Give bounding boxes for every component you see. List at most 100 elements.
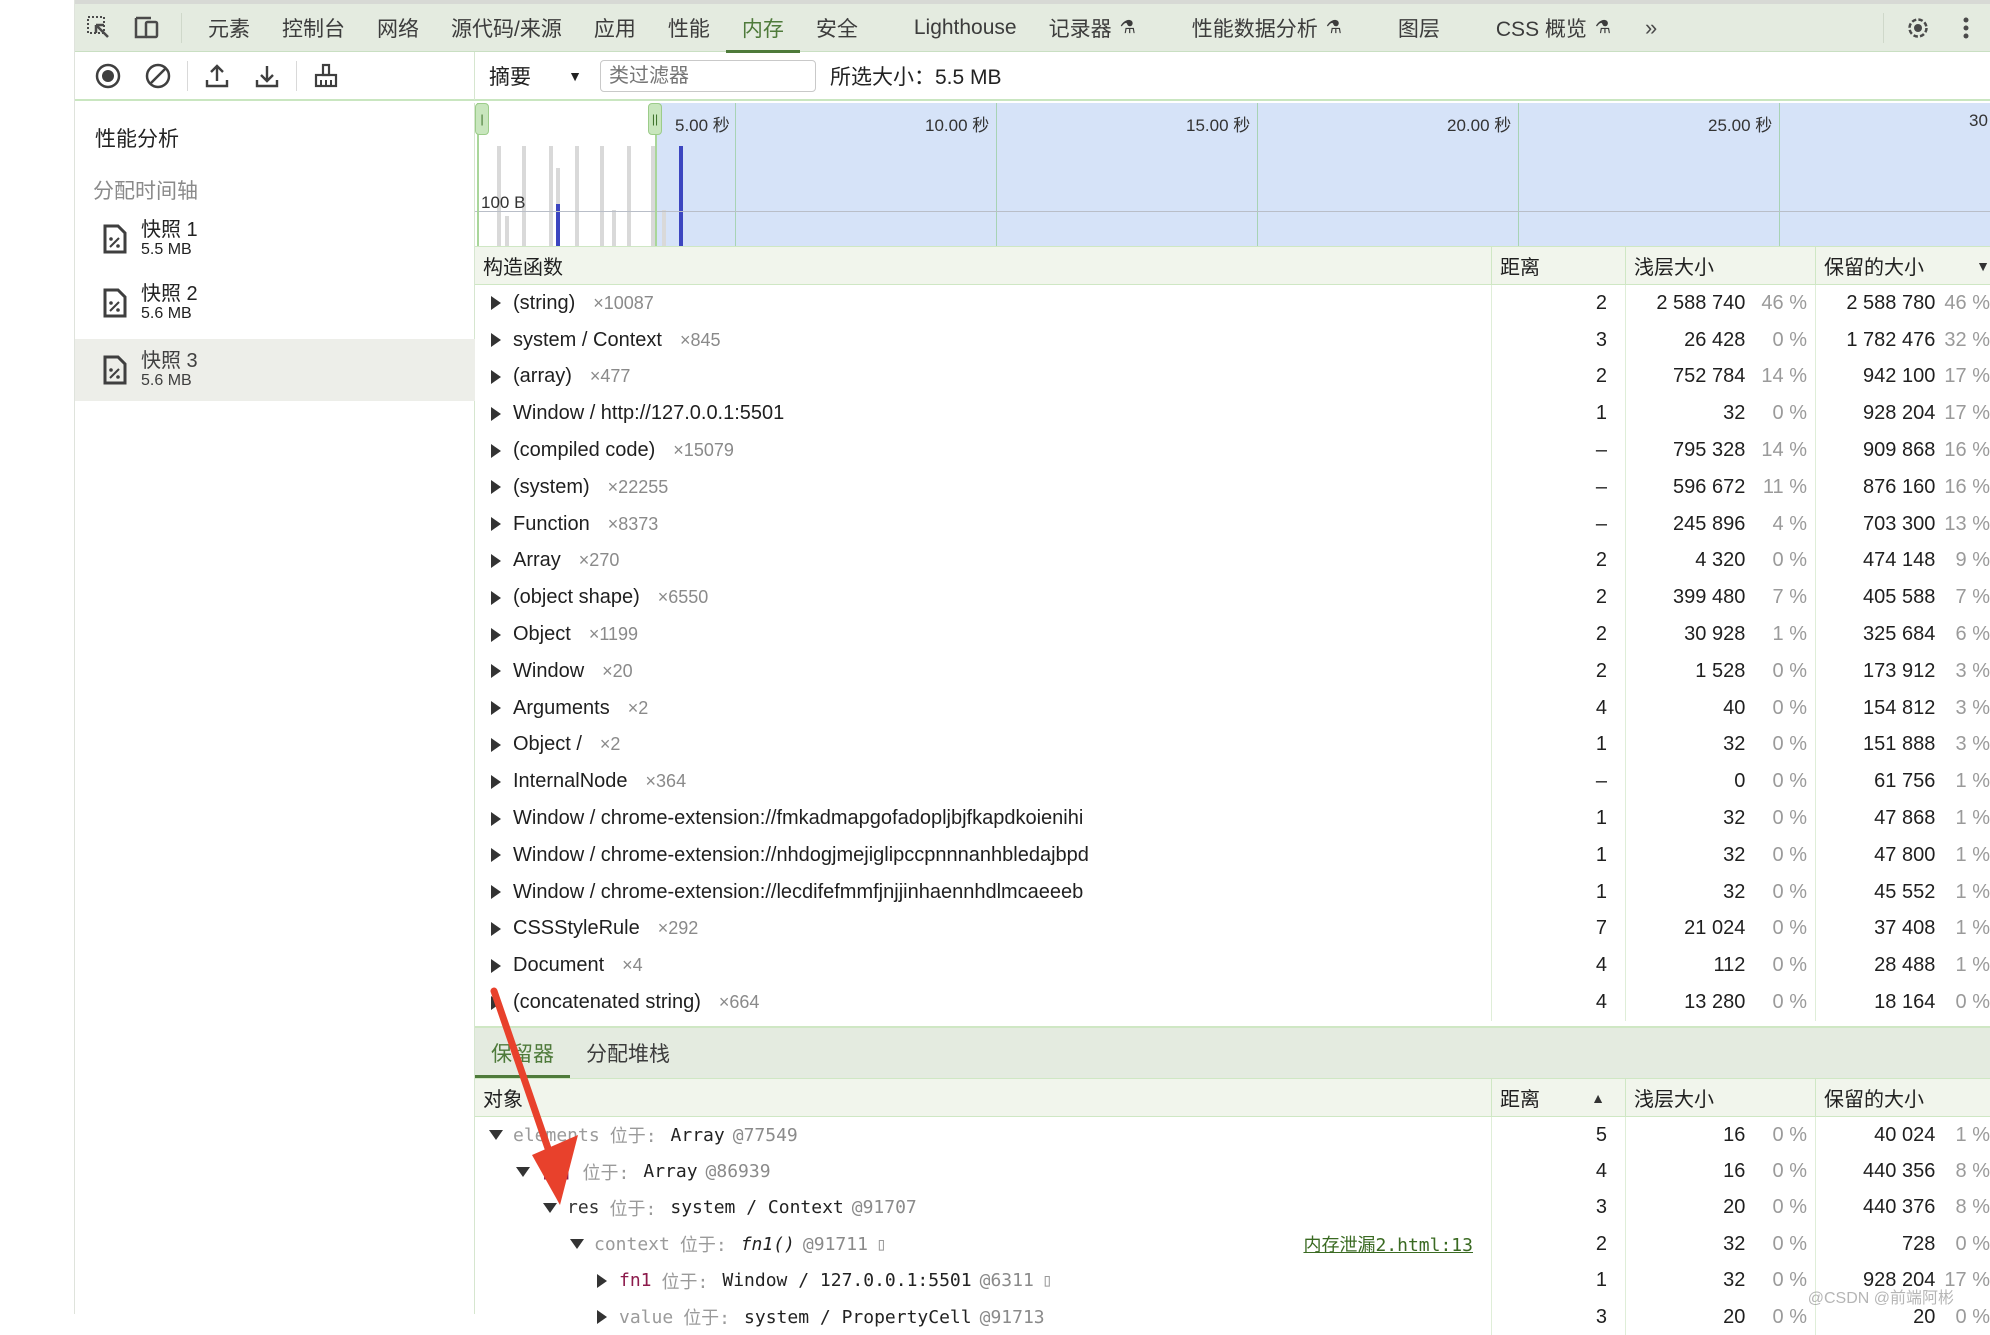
- tab-allocation-stack[interactable]: 分配堆栈: [570, 1028, 686, 1078]
- timeline-right-handle[interactable]: ||: [648, 103, 662, 135]
- retainer-row[interactable]: value位于:system / PropertyCell@917133200 …: [475, 1299, 1990, 1335]
- column-header-shallow-size[interactable]: 浅层大小: [1625, 1079, 1815, 1116]
- collapse-triangle-icon[interactable]: [570, 1239, 584, 1249]
- column-header-constructor[interactable]: 构造函数: [475, 247, 1491, 284]
- collapse-triangle-icon[interactable]: [516, 1167, 530, 1177]
- expand-triangle-icon[interactable]: [597, 1310, 607, 1324]
- column-header-retained-size[interactable]: 保留的大小: [1815, 1079, 1990, 1116]
- table-row[interactable]: (system)×22255–596 67211 %876 16016 %: [475, 469, 1990, 506]
- table-row[interactable]: (string)×1008722 588 74046 %2 588 78046 …: [475, 285, 1990, 322]
- more-tabs-button[interactable]: »: [1627, 4, 1675, 52]
- collapse-triangle-icon[interactable]: [543, 1203, 557, 1213]
- table-row[interactable]: Arguments×24400 %154 8123 %: [475, 690, 1990, 727]
- download-icon[interactable]: [242, 52, 292, 100]
- table-row[interactable]: Window / chrome-extension://nhdogjmejigl…: [475, 837, 1990, 874]
- table-row[interactable]: Object /×21320 %151 8883 %: [475, 727, 1990, 764]
- upload-icon[interactable]: [192, 52, 242, 100]
- expand-triangle-icon[interactable]: [491, 701, 501, 715]
- tab-css-overview[interactable]: CSS 概览⚗: [1456, 4, 1627, 52]
- expand-triangle-icon[interactable]: [491, 296, 501, 310]
- distance-value: 2: [1596, 292, 1607, 315]
- tab-application[interactable]: 应用: [578, 4, 652, 52]
- expand-triangle-icon[interactable]: [491, 996, 501, 1010]
- table-row[interactable]: Array×27024 3200 %474 1489 %: [475, 543, 1990, 580]
- snapshot-item[interactable]: 快照 1 5.5 MB: [75, 208, 475, 270]
- collapse-triangle-icon[interactable]: [489, 1130, 503, 1140]
- reveal-box-icon[interactable]: ▯: [1042, 1270, 1053, 1291]
- tab-layers[interactable]: 图层: [1358, 4, 1456, 52]
- expand-triangle-icon[interactable]: [491, 775, 501, 789]
- expand-triangle-icon[interactable]: [597, 1274, 607, 1288]
- source-link[interactable]: 内存泄漏2.html:13: [1303, 1231, 1473, 1257]
- clear-icon[interactable]: [133, 52, 183, 100]
- expand-triangle-icon[interactable]: [491, 738, 501, 752]
- table-row[interactable]: Document×441120 %28 4881 %: [475, 947, 1990, 984]
- expand-triangle-icon[interactable]: [491, 885, 501, 899]
- view-select[interactable]: 摘要 ▼: [475, 61, 600, 91]
- tab-recorder[interactable]: 记录器⚗: [1033, 4, 1152, 52]
- reveal-box-icon[interactable]: ▯: [876, 1234, 887, 1255]
- table-row[interactable]: (array)×4772752 78414 %942 10017 %: [475, 359, 1990, 396]
- table-row[interactable]: system / Context×845326 4280 %1 782 4763…: [475, 322, 1990, 359]
- expand-triangle-icon[interactable]: [491, 922, 501, 936]
- expand-triangle-icon[interactable]: [491, 517, 501, 531]
- expand-triangle-icon[interactable]: [491, 333, 501, 347]
- table-row[interactable]: (compiled code)×15079–795 32814 %909 868…: [475, 432, 1990, 469]
- column-header-retained-size[interactable]: 保留的大小▼: [1815, 247, 1990, 284]
- retainer-row[interactable]: res位于:system / Context@917073200 %440 37…: [475, 1190, 1990, 1226]
- table-row[interactable]: InternalNode×364–00 %61 7561 %: [475, 763, 1990, 800]
- tab-console[interactable]: 控制台: [266, 4, 361, 52]
- shallow-size-cell: 320 %: [1625, 395, 1815, 432]
- retainer-row[interactable]: fn1位于:Window / 127.0.0.1:5501@6311▯1320 …: [475, 1263, 1990, 1299]
- tab-performance[interactable]: 性能: [652, 4, 726, 52]
- tab-performance-insights[interactable]: 性能数据分析⚗: [1152, 4, 1358, 52]
- expand-triangle-icon[interactable]: [491, 628, 501, 642]
- snapshot-item-selected[interactable]: 快照 3 5.6 MB: [75, 339, 475, 401]
- column-header-object[interactable]: 对象: [475, 1079, 1491, 1116]
- expand-triangle-icon[interactable]: [491, 370, 501, 384]
- tab-memory[interactable]: 内存: [726, 4, 800, 52]
- table-row[interactable]: Object×1199230 9281 %325 6846 %: [475, 616, 1990, 653]
- expand-triangle-icon[interactable]: [491, 591, 501, 605]
- tab-security[interactable]: 安全: [800, 4, 874, 52]
- tab-network[interactable]: 网络: [361, 4, 435, 52]
- device-toolbar-icon[interactable]: [123, 4, 171, 52]
- expand-triangle-icon[interactable]: [491, 480, 501, 494]
- tab-elements[interactable]: 元素: [192, 4, 266, 52]
- class-filter-input[interactable]: [600, 60, 816, 92]
- column-header-distance[interactable]: 距离▲: [1491, 1079, 1625, 1116]
- expand-triangle-icon[interactable]: [491, 554, 501, 568]
- expand-triangle-icon[interactable]: [491, 444, 501, 458]
- retained-size-value: 942 100: [1826, 365, 1935, 388]
- expand-triangle-icon[interactable]: [491, 959, 501, 973]
- column-header-shallow-size[interactable]: 浅层大小: [1625, 247, 1815, 284]
- retainer-row[interactable]: elements位于:Array@775495160 %40 0241 %: [475, 1117, 1990, 1153]
- tab-retainers[interactable]: 保留器: [475, 1028, 570, 1078]
- table-row[interactable]: (object shape)×65502399 4807 %405 5887 %: [475, 579, 1990, 616]
- retained-size-percent: 1 %: [1935, 954, 1990, 977]
- expand-triangle-icon[interactable]: [491, 848, 501, 862]
- table-row[interactable]: Window / chrome-extension://fmkadmapgofa…: [475, 800, 1990, 837]
- inspect-element-icon[interactable]: [75, 4, 123, 52]
- timeline-left-handle[interactable]: |: [475, 103, 489, 135]
- expand-triangle-icon[interactable]: [491, 812, 501, 826]
- table-row[interactable]: Function×8373–245 8964 %703 30013 %: [475, 506, 1990, 543]
- expand-triangle-icon[interactable]: [491, 664, 501, 678]
- table-row[interactable]: (concatenated string)×664413 2800 %18 16…: [475, 984, 1990, 1021]
- tab-lighthouse[interactable]: Lighthouse: [874, 4, 1033, 52]
- table-row[interactable]: Window / chrome-extension://lecdifefmmfj…: [475, 874, 1990, 911]
- record-icon[interactable]: [83, 52, 133, 100]
- retainer-row[interactable]: [1]位于:Array@869394160 %440 3568 %: [475, 1153, 1990, 1189]
- table-row[interactable]: Window×2021 5280 %173 9123 %: [475, 653, 1990, 690]
- table-row[interactable]: Window / http://127.0.0.1:55011320 %928 …: [475, 395, 1990, 432]
- table-row[interactable]: CSSStyleRule×292721 0240 %37 4081 %: [475, 911, 1990, 948]
- settings-gear-icon[interactable]: [1894, 4, 1942, 52]
- expand-triangle-icon[interactable]: [491, 407, 501, 421]
- tab-sources[interactable]: 源代码/来源: [435, 4, 578, 52]
- more-vertical-icon[interactable]: [1942, 4, 1990, 52]
- snapshot-item[interactable]: 快照 2 5.6 MB: [75, 272, 475, 334]
- column-header-distance[interactable]: 距离: [1491, 247, 1625, 284]
- collect-garbage-icon[interactable]: [301, 52, 351, 100]
- allocation-timeline-overview[interactable]: 5.00 秒 10.00 秒 15.00 秒 20.00 秒 25.00 秒 3…: [475, 103, 1990, 246]
- retainer-row[interactable]: context位于:fn1()@91711▯内存泄漏2.html:132320 …: [475, 1226, 1990, 1262]
